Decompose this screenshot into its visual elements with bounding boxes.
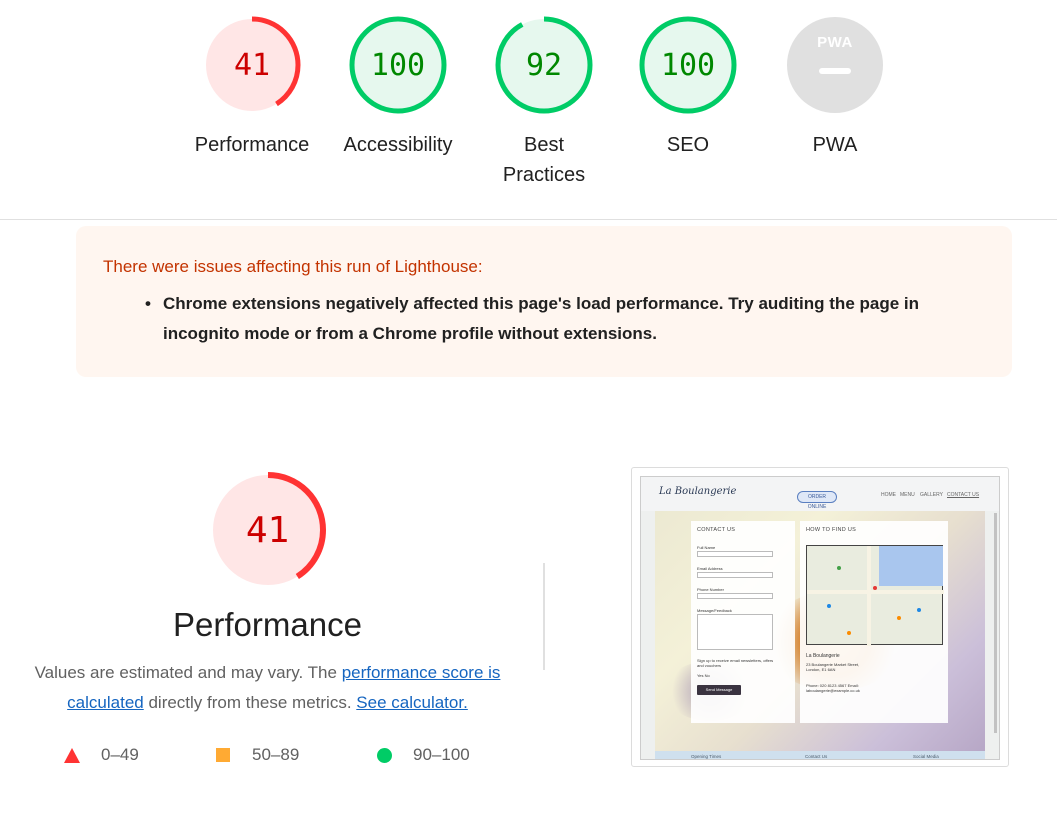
gauge-label-line: Practices — [502, 164, 586, 186]
map-pin-icon — [873, 586, 877, 590]
gauge-label-line: Best — [523, 134, 565, 156]
footer-item: Opening Times — [691, 754, 722, 759]
contact-heading: CONTACT US — [697, 527, 736, 533]
gauge-label: Best Practices — [479, 130, 609, 190]
field-box — [697, 614, 773, 650]
nav-item: HOME — [881, 492, 896, 498]
map-pin-icon — [827, 604, 831, 608]
gauge-accessibility[interactable]: 100 Accessibility — [333, 16, 463, 160]
order-pill: ORDER ONLINE — [797, 491, 837, 510]
warning-list: • Chrome extensions negatively affected … — [145, 289, 983, 349]
gauge-label: Accessibility — [343, 134, 453, 156]
performance-summary: 41 Performance Values are estimated and … — [20, 470, 515, 718]
gauge-label: SEO — [666, 134, 710, 156]
field-label: Message/Feedback — [697, 608, 732, 613]
map-water — [879, 546, 943, 586]
desc-text: Values are estimated and may vary. The — [34, 663, 342, 682]
performance-big-gauge: 41 — [208, 470, 328, 590]
performance-score: 41 — [245, 509, 290, 551]
nav-item: MENU — [900, 492, 915, 498]
warning-title: There were issues affecting this run of … — [103, 257, 483, 276]
gauge-performance[interactable]: 41 Performance — [187, 16, 317, 160]
field-label: Phone Number — [697, 587, 724, 592]
business-contact: Phone: 020 8123 4567 Email: laboulangeri… — [806, 683, 860, 693]
red-triangle-icon — [64, 748, 80, 763]
section-separator — [543, 563, 545, 670]
business-address: 23 Boulangerie Market Street, London, E1… — [806, 662, 860, 672]
footer-item: Social Media — [913, 754, 939, 759]
find-us-card: HOW TO FIND US La Boulangerie 23 Boulang… — [800, 521, 948, 723]
field-box — [697, 593, 773, 599]
gauge-score: 100 — [370, 47, 426, 83]
performance-title: Performance — [173, 606, 362, 643]
find-heading: HOW TO FIND US — [806, 527, 857, 533]
performance-description: Values are estimated and may vary. The p… — [20, 658, 515, 718]
footer-item: Contact Us — [805, 754, 828, 759]
map-pin-icon — [897, 616, 901, 620]
map — [806, 545, 944, 646]
gauge-score: 41 — [233, 47, 271, 83]
pwa-badge: PWA — [770, 16, 900, 114]
green-circle-icon — [377, 748, 392, 763]
gauge-score: 100 — [660, 47, 716, 83]
orange-square-icon — [216, 748, 230, 762]
header-divider — [0, 219, 1057, 220]
pwa-dash-icon — [819, 68, 851, 74]
map-pin-icon — [837, 566, 841, 570]
desc-text: directly from these metrics. — [143, 693, 357, 712]
send-message-button: Send Message — [697, 685, 741, 695]
gauge-label: PWA — [812, 134, 858, 156]
gauge-pwa[interactable]: PWA PWA — [770, 16, 900, 160]
pwa-badge-text: PWA — [817, 34, 853, 51]
signup-text: Sign up to receive email newsletters, of… — [697, 658, 774, 668]
screenshot-canvas: La Boulangerie ORDER ONLINE HOME MENU GA… — [640, 476, 1000, 760]
category-gauges: 41 Performance 100 Accessibility 92 Best… — [0, 16, 1057, 206]
map-pin-icon — [917, 608, 921, 612]
gauge-score: 92 — [525, 47, 563, 83]
gauge-label: Performance — [194, 134, 310, 156]
nav-item: CONTACT US — [947, 492, 980, 498]
business-name: La Boulangerie — [806, 653, 840, 659]
run-warnings: There were issues affecting this run of … — [76, 226, 1012, 377]
legend-range: 50–89 — [252, 745, 300, 764]
field-label: Email Address — [697, 566, 723, 571]
field-box — [697, 551, 773, 557]
nav-item: GALLERY — [920, 492, 943, 498]
legend-range: 0–49 — [101, 745, 139, 764]
legend-range: 90–100 — [413, 745, 470, 764]
site-header: La Boulangerie ORDER ONLINE HOME MENU GA… — [641, 477, 999, 511]
gauge-seo[interactable]: 100 SEO — [623, 16, 753, 160]
bullet-icon: • — [145, 294, 151, 313]
site-logo: La Boulangerie — [659, 486, 737, 497]
site-footer: Opening Times Contact Us Social Media — [655, 751, 985, 759]
map-road — [867, 546, 871, 646]
warning-item: Chrome extensions negatively affected th… — [163, 294, 920, 343]
field-label: Full Name — [697, 545, 716, 550]
see-calculator-link[interactable]: See calculator. — [356, 693, 468, 712]
map-pin-icon — [847, 631, 851, 635]
contact-card: CONTACT US Full Name Email Address Phone… — [691, 521, 795, 723]
final-screenshot[interactable]: La Boulangerie ORDER ONLINE HOME MENU GA… — [631, 467, 1009, 767]
map-road — [807, 590, 944, 594]
scrollbar — [994, 513, 997, 733]
gauge-best-practices[interactable]: 92 Best Practices — [479, 16, 609, 190]
field-box — [697, 572, 773, 578]
score-legend: 0–49 50–89 90–100 — [0, 742, 560, 770]
yes-no: Yes No — [697, 673, 710, 678]
